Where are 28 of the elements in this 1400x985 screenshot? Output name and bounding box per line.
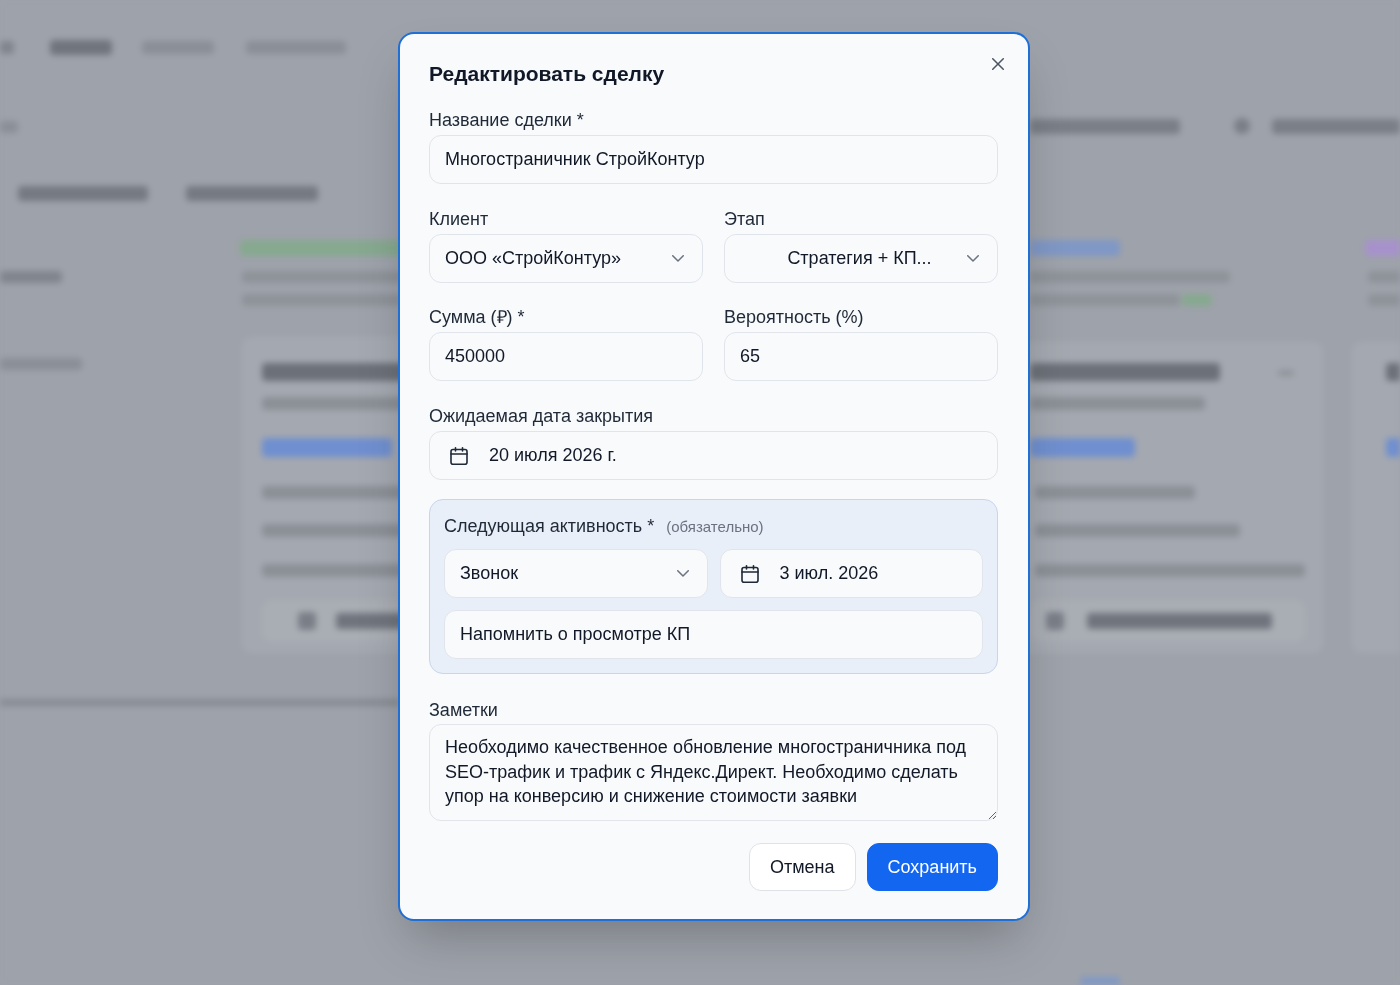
field-label: Ожидаемая дата закрытия [429,405,655,428]
deal-name-field[interactable]: Многостраничник СтройКонтур [429,135,998,184]
notes-field[interactable]: Необходимо качественное обновление многостраничника под SEO-трафик и трафик с Яндекс.Директ. Необходимо сделать упор на конверсию и снижение стоимости заявки [429,724,998,821]
stage-select[interactable]: Стратегия + КП... [724,234,998,283]
calendar-icon [450,446,468,465]
activity-type-select[interactable]: Звонок [444,549,708,598]
field-label: Клиент [429,208,490,231]
field-label: Вероятность (%) [724,306,865,329]
field-label: Заметки [429,699,499,722]
field-label: Название сделки * [429,109,585,132]
chevron-down-icon [967,255,979,262]
cancel-button[interactable]: Отмена [748,843,856,891]
calendar-icon [740,564,759,583]
activity-note-field[interactable]: Напомнить о просмотре КП [444,610,983,659]
chevron-down-icon [676,570,689,577]
dialog-title: Редактировать сделку [429,61,665,87]
probability-field[interactable]: 65 [724,332,998,381]
panel-title: Следующая активность * [444,515,655,538]
amount-field[interactable]: 450000 [429,332,703,381]
field-label: Сумма (₽) * [429,306,526,329]
field-label: Этап [724,208,766,231]
close-date-field[interactable]: 20 июля 2026 г. [429,431,998,480]
client-select[interactable]: ООО «СтройКонтур» [429,234,703,283]
close-icon[interactable] [992,58,1004,70]
save-button[interactable]: Сохранить [866,843,998,891]
activity-date-field[interactable]: 3 июл. 2026 [719,549,983,598]
chevron-down-icon [672,255,684,262]
required-hint: (обязательно) [666,517,764,537]
